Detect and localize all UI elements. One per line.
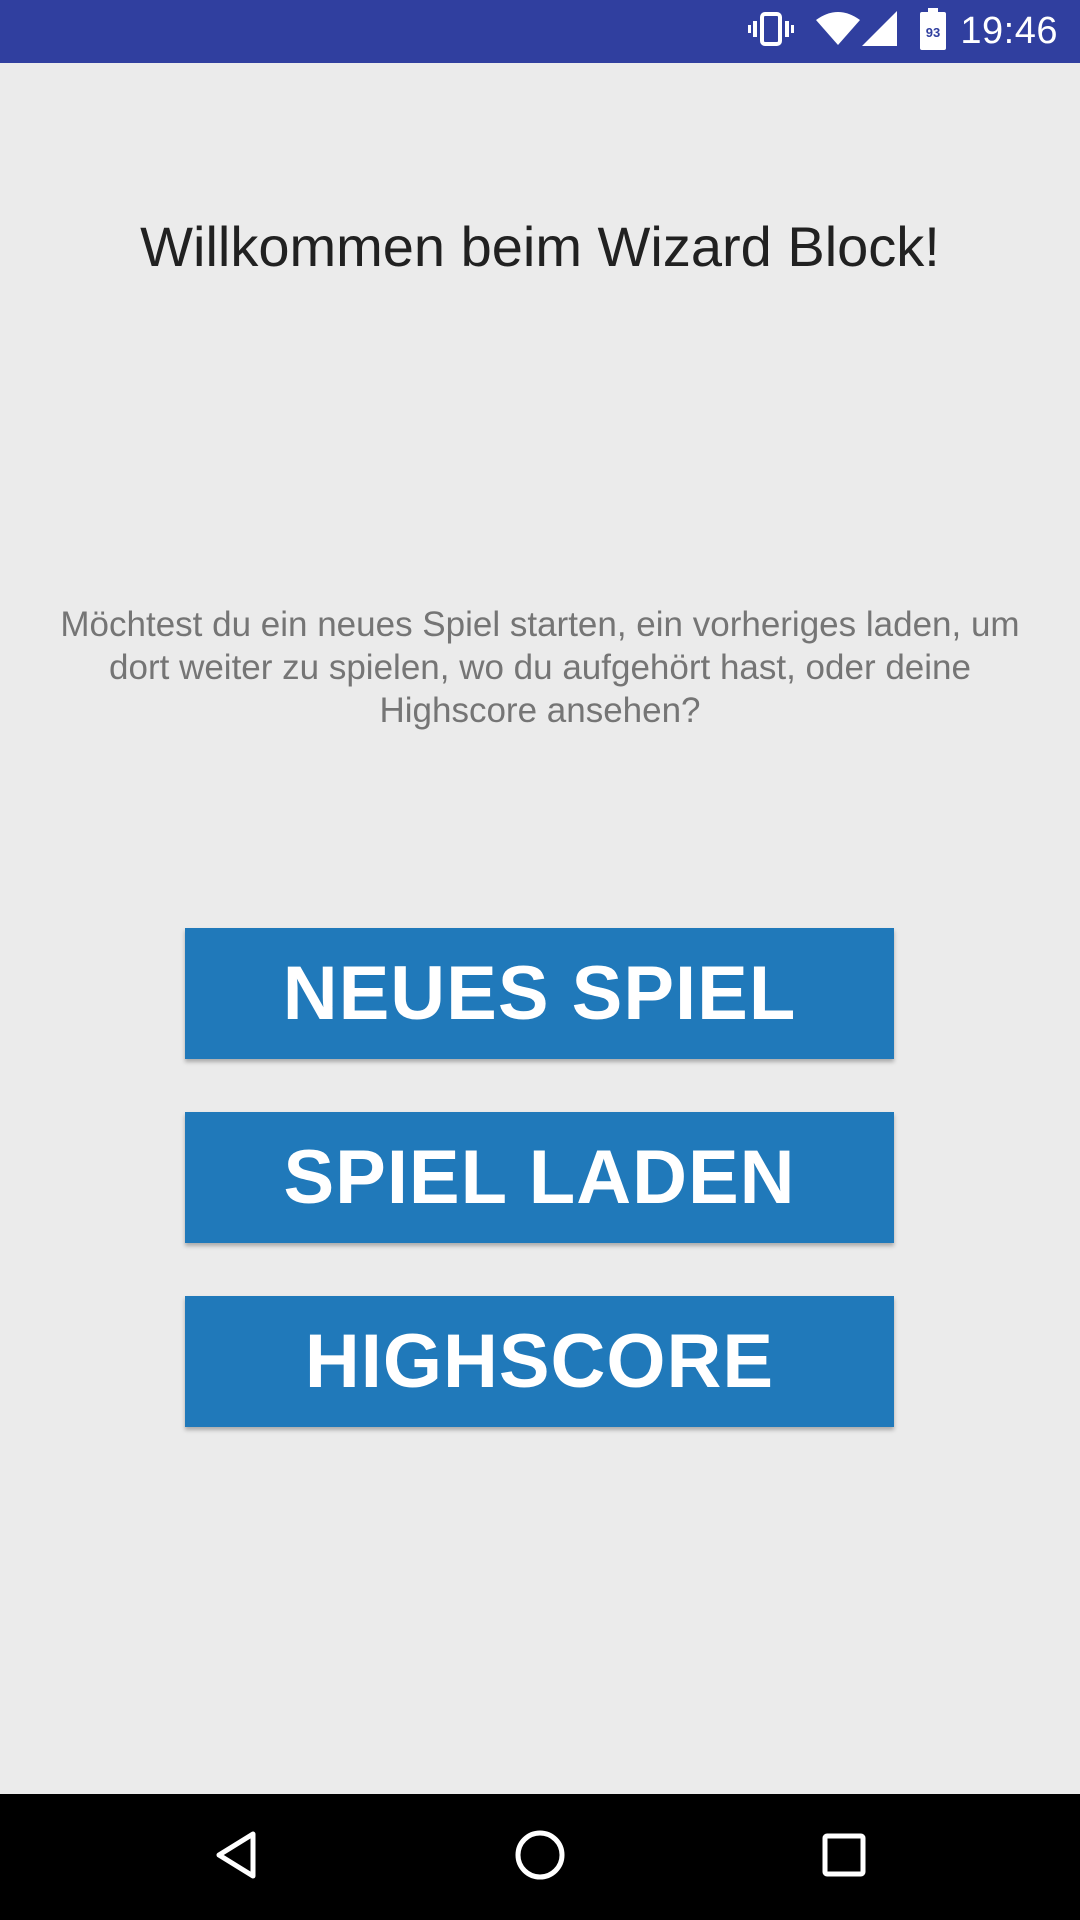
- description-text: Möchtest du ein neues Spiel starten, ein…: [60, 605, 1020, 730]
- home-icon: [514, 1829, 566, 1886]
- vibrate-icon: [748, 11, 795, 52]
- status-bar: 93 19:46: [0, 0, 1080, 63]
- navigation-bar: [0, 1794, 1080, 1920]
- home-button[interactable]: [470, 1794, 610, 1920]
- status-icons: 93 19:46: [748, 0, 1080, 63]
- load-game-button[interactable]: SPIEL LADEN: [185, 1112, 894, 1243]
- back-icon: [213, 1830, 259, 1885]
- welcome-title: Willkommen beim Wizard Block!: [140, 215, 940, 278]
- battery-icon: 93: [920, 8, 947, 55]
- wifi-icon: [816, 11, 861, 52]
- recents-button[interactable]: [774, 1794, 914, 1920]
- new-game-button[interactable]: NEUES SPIEL: [185, 928, 894, 1059]
- recents-icon: [821, 1832, 867, 1883]
- battery-level: 93: [926, 25, 940, 40]
- back-button[interactable]: [166, 1794, 306, 1920]
- highscore-button[interactable]: HIGHSCORE: [185, 1296, 894, 1427]
- cell-signal-icon: [862, 11, 898, 52]
- main-content: Willkommen beim Wizard Block! Möchtest d…: [0, 63, 1080, 1794]
- clock: 19:46: [960, 10, 1058, 52]
